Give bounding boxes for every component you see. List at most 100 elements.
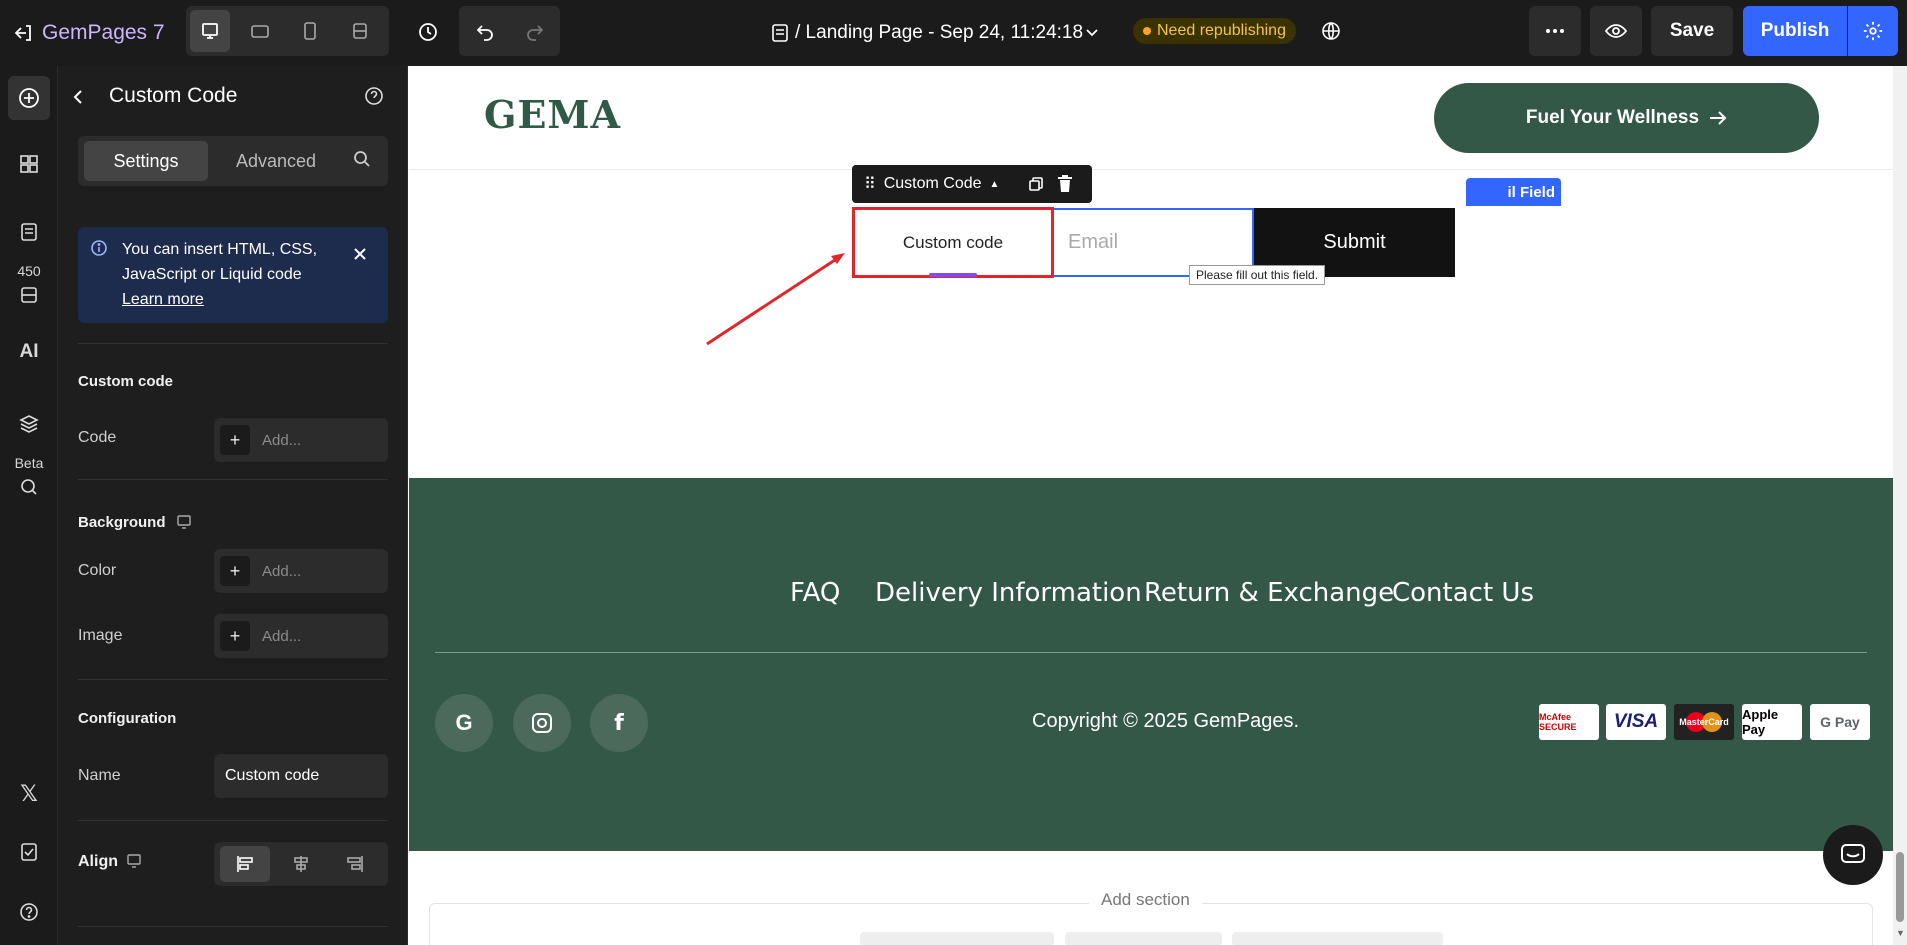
add-section-option[interactable] — [860, 932, 1054, 945]
responsive-icon[interactable] — [340, 10, 380, 52]
add-section-label[interactable]: Add section — [1089, 890, 1202, 910]
element-label[interactable]: Custom Code — [884, 175, 982, 193]
sections-icon[interactable] — [0, 142, 58, 186]
footer-link-returns[interactable]: Return & Exchange — [1144, 578, 1394, 608]
publish-button[interactable]: Publish — [1743, 6, 1847, 56]
background-section-title: Background — [78, 514, 166, 531]
close-icon[interactable] — [353, 247, 367, 266]
plus-icon: + — [220, 621, 250, 651]
divider — [78, 926, 388, 927]
image-label: Image — [78, 627, 123, 644]
ai-icon[interactable]: AI — [0, 332, 58, 372]
top-bar: GemPages 7 / Landing Page - Sep 24, 11:2… — [0, 0, 1907, 66]
exit-icon[interactable] — [8, 18, 38, 48]
add-code-button[interactable]: + Add... — [214, 418, 388, 462]
help-icon[interactable] — [0, 890, 58, 934]
tab-advanced[interactable]: Advanced — [214, 141, 338, 181]
add-label: Add... — [262, 627, 302, 645]
add-section-option[interactable] — [1232, 932, 1443, 945]
settings-panel: Custom Code Settings Advanced You can in… — [58, 66, 408, 945]
more-icon[interactable] — [1529, 6, 1581, 56]
google-icon[interactable]: G — [435, 694, 493, 752]
scroll-down-icon[interactable]: ▼ — [1896, 928, 1905, 938]
publish-settings-gear-icon[interactable] — [1848, 6, 1898, 56]
divider — [78, 343, 388, 344]
status-text: Need republishing — [1157, 22, 1286, 39]
page-canvas: GEMA Fuel Your Wellness il Field ⠿ Custo… — [409, 66, 1893, 945]
x-icon[interactable]: 𝕏 — [0, 772, 58, 816]
site-logo[interactable]: GEMA — [484, 92, 621, 137]
apple-pay-badge: Apple Pay — [1742, 704, 1802, 740]
divider — [78, 820, 388, 821]
canvas-scrollbar[interactable]: ▼ — [1893, 66, 1907, 945]
chat-icon[interactable] — [1823, 825, 1883, 885]
email-field-tag[interactable]: il Field — [1466, 178, 1561, 206]
learn-more-link[interactable]: Learn more — [122, 287, 204, 312]
align-right-icon[interactable] — [330, 846, 380, 882]
layers-icon[interactable] — [0, 402, 58, 446]
add-label: Add... — [262, 431, 302, 449]
duplicate-icon[interactable] — [1028, 176, 1044, 197]
page-icon — [768, 18, 792, 48]
copyright-text: Copyright © 2025 GemPages. — [1032, 710, 1300, 732]
mobile-icon[interactable] — [290, 10, 330, 52]
pages-icon[interactable] — [0, 210, 58, 254]
custom-code-section-title: Custom code — [78, 373, 174, 390]
beta-feature-icon[interactable] — [0, 472, 58, 502]
undo-icon[interactable] — [464, 12, 506, 50]
page-breadcrumb[interactable]: / Landing Page - Sep 24, 11:24:18 — [795, 18, 1083, 48]
desktop-icon[interactable] — [190, 10, 230, 52]
google-pay-badge: G Pay — [1810, 704, 1870, 740]
chevron-down-icon[interactable] — [1080, 20, 1104, 44]
info-text: You can insert HTML, CSS, JavaScript or … — [122, 241, 318, 283]
custom-code-block[interactable]: Custom code — [852, 207, 1054, 278]
status-badge: Need republishing — [1133, 18, 1296, 44]
name-input[interactable]: Custom code — [214, 754, 388, 798]
apps-count-badge: 450 — [17, 263, 41, 279]
color-label: Color — [78, 562, 117, 579]
beta-label: Beta — [14, 455, 44, 471]
facebook-icon[interactable]: f — [590, 694, 648, 752]
visa-badge: VISA — [1606, 704, 1666, 740]
search-icon[interactable] — [353, 150, 375, 172]
footer-link-contact[interactable]: Contact Us — [1392, 578, 1534, 608]
tab-settings[interactable]: Settings — [84, 141, 208, 181]
align-label: Align — [78, 853, 118, 870]
resize-handle[interactable] — [929, 273, 977, 277]
help-circle-icon[interactable] — [364, 86, 388, 110]
trash-icon[interactable] — [1057, 175, 1073, 198]
align-center-icon[interactable] — [276, 846, 326, 882]
apps-icon[interactable] — [0, 282, 58, 308]
mastercard-badge: MasterCard — [1674, 704, 1734, 740]
redo-icon[interactable] — [514, 12, 556, 50]
tablet-landscape-icon[interactable] — [240, 10, 280, 52]
scrollbar-thumb[interactable] — [1896, 852, 1904, 922]
history-icon[interactable] — [410, 14, 446, 50]
plus-icon: + — [220, 556, 250, 586]
caret-up-icon[interactable]: ▲ — [990, 179, 1000, 190]
align-left-icon[interactable] — [220, 846, 270, 882]
cta-label: Fuel Your Wellness — [1525, 107, 1700, 128]
footer-link-delivery[interactable]: Delivery Information — [875, 578, 1142, 608]
add-element-icon[interactable] — [0, 74, 58, 122]
element-toolbar: ⠿ Custom Code ▲ — [852, 165, 1092, 203]
translate-icon[interactable] — [1316, 16, 1346, 46]
divider — [78, 479, 388, 480]
back-chevron-icon[interactable] — [72, 82, 96, 112]
footer-link-faq[interactable]: FAQ — [790, 578, 840, 608]
add-section-option[interactable] — [1065, 932, 1222, 945]
info-banner: You can insert HTML, CSS, JavaScript or … — [78, 227, 388, 323]
add-color-button[interactable]: + Add... — [214, 549, 388, 593]
preview-eye-icon[interactable] — [1590, 6, 1642, 56]
instagram-icon[interactable] — [513, 694, 571, 752]
add-image-button[interactable]: + Add... — [214, 614, 388, 658]
drag-handle-icon[interactable]: ⠿ — [864, 174, 876, 194]
desktop-icon — [176, 514, 192, 535]
desktop-icon — [126, 853, 142, 874]
save-button[interactable]: Save — [1651, 6, 1733, 56]
divider — [78, 679, 388, 680]
add-label: Add... — [262, 562, 302, 580]
name-label: Name — [78, 767, 121, 784]
checklist-icon[interactable] — [0, 830, 58, 874]
fuel-wellness-button[interactable]: Fuel Your Wellness — [1434, 83, 1819, 153]
